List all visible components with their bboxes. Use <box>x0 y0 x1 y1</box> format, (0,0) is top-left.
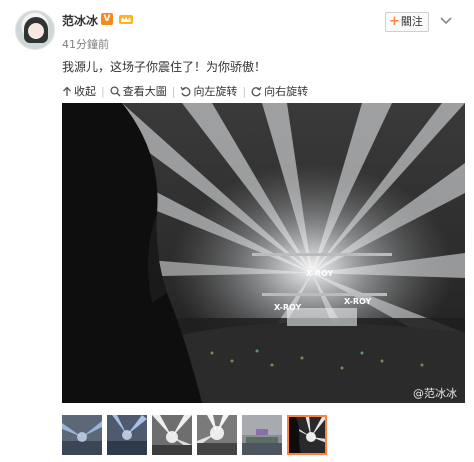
rotate-right-icon <box>251 86 262 96</box>
chevron-down-icon[interactable] <box>440 17 452 25</box>
rotate-left-label: 向左旋转 <box>193 85 238 98</box>
thumbnail-4[interactable] <box>197 415 237 455</box>
thumbnail-strip <box>62 415 332 455</box>
toolbar-divider: | <box>101 84 105 98</box>
avatar-face <box>28 23 44 39</box>
collapse-label: 收起 <box>74 85 96 98</box>
stage-screen-label: X-ROY <box>306 269 334 278</box>
thumbnail-5[interactable] <box>242 415 282 455</box>
collapse-button[interactable]: 收起 <box>62 83 96 99</box>
photo-watermark: @范冰冰 <box>413 387 457 400</box>
magnifier-icon <box>110 85 121 96</box>
thumbnail-3[interactable] <box>152 415 192 455</box>
thumbnail-image <box>287 415 327 455</box>
rotate-right-label: 向右旋转 <box>264 85 309 98</box>
concert-photo[interactable]: X-ROY X-ROY X-ROY @范冰冰 <box>62 103 465 403</box>
stage-screen-label: X-ROY <box>274 303 302 312</box>
concert-scene: X-ROY X-ROY X-ROY <box>62 103 465 403</box>
rotate-left-button[interactable]: 向左旋转 <box>180 83 237 99</box>
rotate-right-button[interactable]: 向右旋转 <box>251 83 308 99</box>
view-large-button[interactable]: 查看大圖 <box>110 83 167 99</box>
thumbnail-image <box>62 415 102 455</box>
toolbar-divider: | <box>171 84 176 98</box>
thumbnail-1[interactable] <box>62 415 102 455</box>
thumbnail-6-selected[interactable] <box>287 415 327 455</box>
thumbnail-image <box>242 415 282 455</box>
username[interactable]: 范冰冰 <box>62 12 98 29</box>
thumbnail-2[interactable] <box>107 415 147 455</box>
crown-icon[interactable] <box>118 13 134 25</box>
arrow-up-icon <box>63 86 71 96</box>
post-text: 我源儿，这场子你震住了！为你骄傲！ <box>62 60 267 74</box>
post-time[interactable]: 41分鐘前 <box>62 36 109 52</box>
follow-button[interactable]: +關注 <box>385 12 429 32</box>
thumbnail-image <box>152 415 192 455</box>
rotate-left-icon <box>180 86 191 96</box>
view-large-label: 查看大圖 <box>122 85 167 98</box>
follow-label: 關注 <box>400 15 423 28</box>
toolbar-divider: | <box>242 84 247 98</box>
thumbnail-image <box>107 415 147 455</box>
thumbnail-image <box>197 415 237 455</box>
plus-icon: + <box>389 14 400 29</box>
verified-badge[interactable]: V <box>101 13 113 25</box>
stage-screen-label: X-ROY <box>344 297 372 306</box>
avatar[interactable] <box>15 10 55 50</box>
image-toolbar: 收起 | 查看大圖 | 向左旋转 | 向右旋转 <box>62 83 310 99</box>
